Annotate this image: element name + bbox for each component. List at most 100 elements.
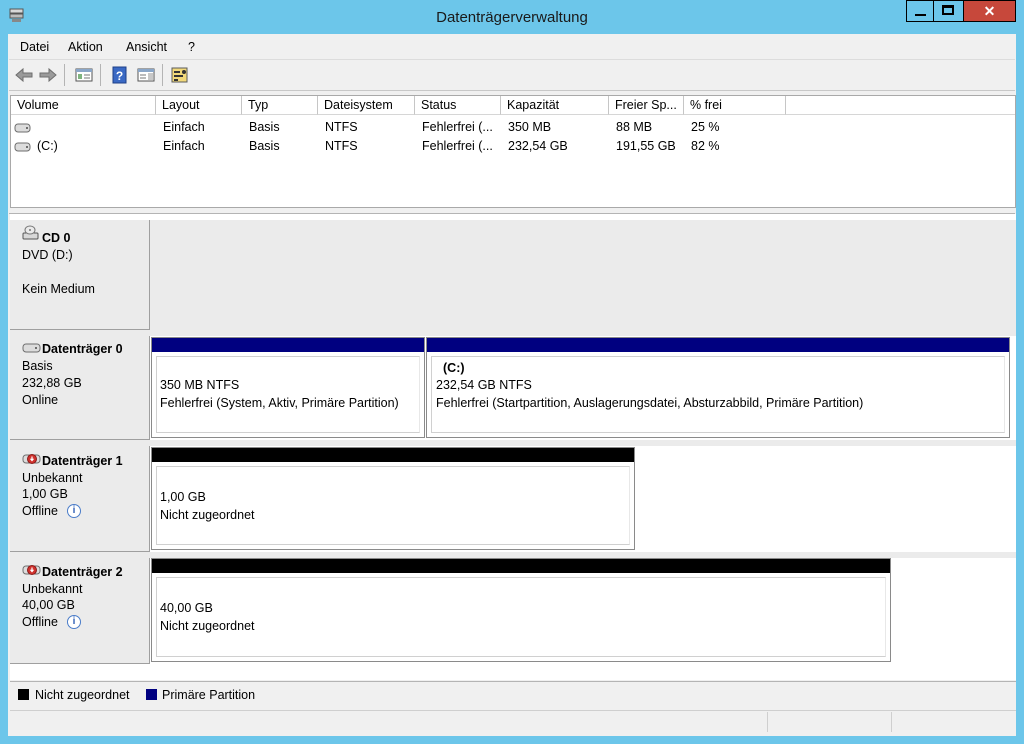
- action-pane-icon[interactable]: [136, 65, 156, 85]
- primary-partition-bar: [427, 338, 1009, 352]
- disk-offline-icon: [22, 563, 42, 577]
- column-header-empty: [786, 96, 1015, 115]
- properties-icon[interactable]: [170, 65, 190, 85]
- volume-free-space: 88 MB: [616, 120, 653, 134]
- column-header-filesystem[interactable]: Dateisystem: [318, 96, 415, 115]
- partition-frame: [156, 466, 630, 545]
- disk-state: Offline: [22, 504, 58, 518]
- volume-layout: Einfach: [163, 139, 205, 153]
- volume-percent-free: 25 %: [691, 120, 720, 134]
- disk-drive-letter: DVD (D:): [22, 248, 73, 262]
- partition-unallocated-disk1[interactable]: 1,00 GB Nicht zugeordnet: [151, 447, 635, 550]
- column-header-layout[interactable]: Layout: [156, 96, 242, 115]
- legend-label-unallocated: Nicht zugeordnet: [35, 688, 130, 702]
- forward-arrow-icon[interactable]: [38, 65, 58, 85]
- partition-status: Nicht zugeordnet: [160, 619, 255, 633]
- volume-percent-free: 82 %: [691, 139, 720, 153]
- info-icon[interactable]: i: [67, 504, 81, 518]
- unallocated-bar: [152, 448, 634, 462]
- partition-size: 1,00 GB: [160, 490, 206, 504]
- partition-size: 350 MB NTFS: [160, 378, 240, 392]
- close-icon: ✕: [983, 3, 996, 19]
- status-panel: [891, 712, 1016, 732]
- disk-offline-icon: [22, 452, 42, 466]
- partition-frame: [156, 577, 886, 657]
- disk-type: Unbekannt: [22, 471, 83, 485]
- cd-empty-area: [150, 220, 1016, 330]
- column-header-status[interactable]: Status: [415, 96, 501, 115]
- partition-unallocated-disk2[interactable]: 40,00 GB Nicht zugeordnet: [151, 558, 891, 662]
- row-gap: [10, 330, 1016, 336]
- toolbar: [9, 59, 1015, 91]
- partition-frame: [431, 356, 1005, 433]
- primary-partition-bar: [152, 338, 424, 352]
- row-gap: [10, 440, 1016, 446]
- volume-drive-icon: [14, 122, 32, 133]
- help-icon[interactable]: ?: [110, 65, 130, 85]
- column-header-type[interactable]: Typ: [242, 96, 318, 115]
- partition-title: (C:): [443, 361, 465, 375]
- disk-type: Basis: [22, 359, 53, 373]
- column-header-percent-free[interactable]: % frei: [684, 96, 786, 115]
- partition-size: 40,00 GB: [160, 601, 213, 615]
- volume-status: Fehlerfrei (...: [422, 139, 493, 153]
- partition-system[interactable]: 350 MB NTFS Fehlerfrei (System, Aktiv, P…: [151, 337, 425, 438]
- close-button[interactable]: ✕: [964, 0, 1016, 22]
- console-tree-icon[interactable]: [74, 65, 94, 85]
- disk-name: Datenträger 2: [42, 565, 123, 579]
- menu-action[interactable]: Aktion: [68, 40, 103, 56]
- partition-status: Nicht zugeordnet: [160, 508, 255, 522]
- volume-filesystem: NTFS: [325, 120, 358, 134]
- volume-capacity: 350 MB: [508, 120, 552, 134]
- disk-state: Online: [22, 393, 59, 407]
- menu-file[interactable]: Datei: [20, 40, 49, 56]
- partition-size: 232,54 GB NTFS: [436, 378, 532, 392]
- column-header-free-space[interactable]: Freier Sp...: [609, 96, 684, 115]
- legend-swatch-primary: [146, 689, 157, 700]
- partition-c[interactable]: (C:) 232,54 GB NTFS Fehlerfrei (Startpar…: [426, 337, 1010, 438]
- legend: [10, 681, 1016, 707]
- disk-type: Unbekannt: [22, 582, 83, 596]
- menu-help[interactable]: ?: [188, 40, 195, 56]
- legend-label-primary: Primäre Partition: [162, 688, 256, 702]
- maximize-button[interactable]: [934, 0, 964, 22]
- partition-frame: [156, 356, 420, 433]
- info-icon[interactable]: i: [67, 615, 81, 629]
- toolbar-separator: [64, 64, 65, 86]
- cd-drive-icon: [22, 225, 40, 241]
- window-title: Datenträgerverwaltung: [436, 9, 588, 26]
- toolbar-separator: [100, 64, 101, 86]
- disk-media-status: Kein Medium: [22, 282, 95, 296]
- minimize-icon: [915, 14, 926, 16]
- minimize-button[interactable]: [906, 0, 934, 22]
- volume-type: Basis: [249, 139, 280, 153]
- disk-name: CD 0: [42, 231, 71, 245]
- status-panel: [767, 712, 892, 732]
- volume-name: (C:): [37, 139, 58, 153]
- svg-text:?: ?: [116, 69, 123, 83]
- disk-size: 40,00 GB: [22, 598, 75, 612]
- menu-view[interactable]: Ansicht: [126, 40, 167, 56]
- volume-layout: Einfach: [163, 120, 205, 134]
- volume-capacity: 232,54 GB: [508, 139, 568, 153]
- disk-drive-icon: [22, 342, 42, 354]
- legend-swatch-unallocated: [18, 689, 29, 700]
- partition-status: Fehlerfrei (System, Aktiv, Primäre Parti…: [160, 396, 399, 410]
- back-arrow-icon[interactable]: [14, 65, 34, 85]
- disk-size: 232,88 GB: [22, 376, 82, 390]
- volume-status: Fehlerfrei (...: [422, 120, 493, 134]
- volume-drive-icon: [14, 141, 32, 152]
- volume-free-space: 191,55 GB: [616, 139, 676, 153]
- column-header-volume[interactable]: Volume: [11, 96, 156, 115]
- volume-filesystem: NTFS: [325, 139, 358, 153]
- volume-type: Basis: [249, 120, 280, 134]
- toolbar-separator: [162, 64, 163, 86]
- partition-status: Fehlerfrei (Startpartition, Auslagerungs…: [436, 396, 864, 410]
- disk-state: Offline: [22, 615, 58, 629]
- disk-size: 1,00 GB: [22, 487, 68, 501]
- disk-name: Datenträger 0: [42, 342, 123, 356]
- maximize-icon: [942, 5, 954, 15]
- column-header-capacity[interactable]: Kapazität: [501, 96, 609, 115]
- disk-name: Datenträger 1: [42, 454, 123, 468]
- unallocated-bar: [152, 559, 890, 573]
